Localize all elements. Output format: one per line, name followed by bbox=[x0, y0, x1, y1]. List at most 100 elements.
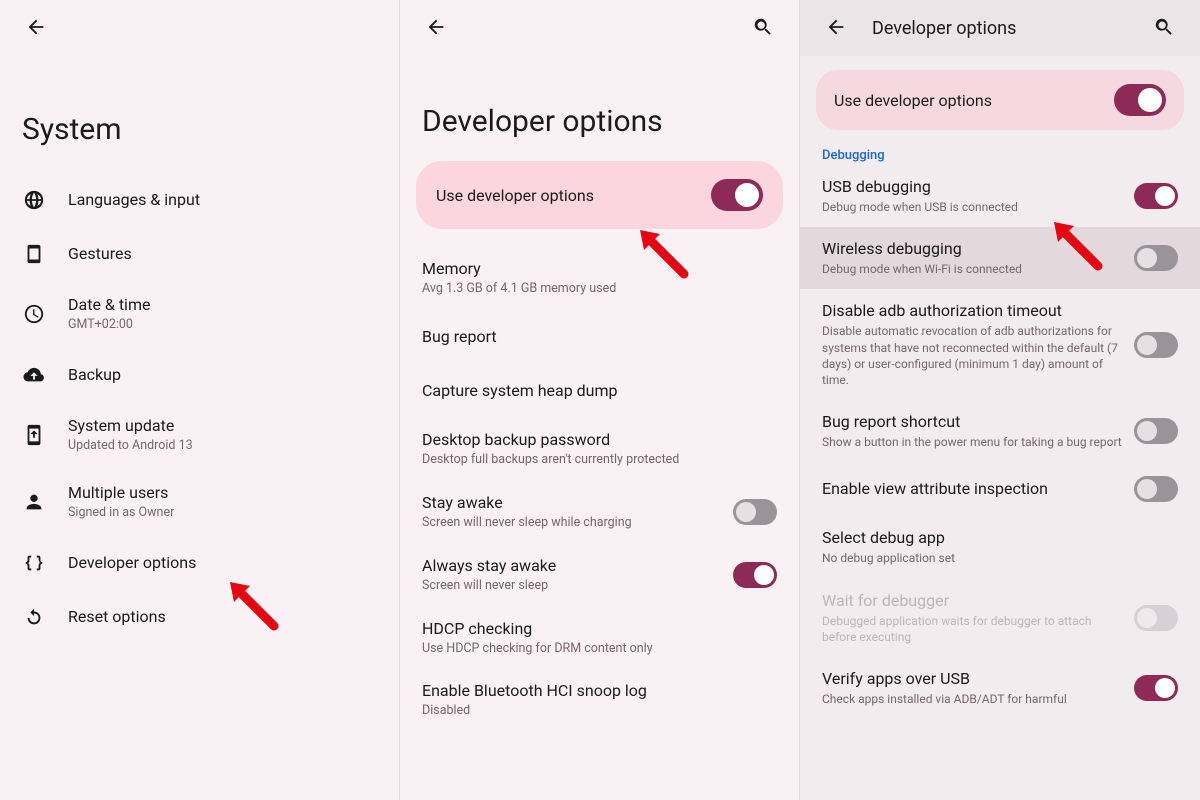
use-developer-options-banner[interactable]: Use developer options bbox=[416, 161, 783, 229]
row-reset-options[interactable]: Reset options bbox=[0, 590, 399, 644]
cloud-upload-icon bbox=[22, 363, 46, 387]
globe-icon bbox=[22, 188, 46, 212]
row-title: Gestures bbox=[68, 244, 377, 264]
setting-row[interactable]: Bug report bbox=[400, 310, 799, 364]
setting-row[interactable]: Enable view attribute inspection bbox=[800, 462, 1200, 516]
use-developer-options-toggle[interactable] bbox=[1114, 84, 1166, 116]
toggle-switch[interactable] bbox=[1134, 476, 1178, 502]
row-subtitle: Check apps installed via ADB/ADT for har… bbox=[822, 691, 1122, 707]
row-title: Backup bbox=[68, 365, 377, 385]
row-subtitle: Use HDCP checking for DRM content only bbox=[422, 641, 777, 658]
topbar-title: Developer options bbox=[856, 18, 1144, 39]
toggle-switch bbox=[1134, 605, 1178, 631]
use-developer-options-banner[interactable]: Use developer options bbox=[816, 70, 1184, 130]
setting-row[interactable]: Verify apps over USB Check apps installed… bbox=[800, 657, 1200, 719]
toggle-switch[interactable] bbox=[733, 562, 777, 588]
row-title: Date & time bbox=[68, 295, 377, 315]
row-system-update[interactable]: System update Updated to Android 13 bbox=[0, 402, 399, 469]
row-subtitle: Updated to Android 13 bbox=[68, 438, 377, 455]
row-subtitle: Disable automatic revocation of adb auth… bbox=[822, 323, 1122, 388]
row-subtitle: Screen will never sleep while charging bbox=[422, 515, 721, 532]
developer-options-screen: Developer options Use developer options … bbox=[400, 0, 800, 800]
row-subtitle: Show a button in the power menu for taki… bbox=[822, 434, 1122, 450]
row-title: Reset options bbox=[68, 607, 377, 627]
row-title: Memory bbox=[422, 259, 777, 279]
person-icon bbox=[22, 490, 46, 514]
row-multiple-users[interactable]: Multiple users Signed in as Owner bbox=[0, 469, 399, 536]
row-title: Wireless debugging bbox=[822, 239, 1122, 259]
row-title: Capture system heap dump bbox=[422, 381, 777, 401]
topbar bbox=[400, 0, 799, 56]
row-title: Stay awake bbox=[422, 493, 721, 513]
row-date-time[interactable]: Date & time GMT+02:00 bbox=[0, 281, 399, 348]
topbar: Developer options bbox=[800, 0, 1200, 56]
system-update-icon bbox=[22, 423, 46, 447]
row-subtitle: No debug application set bbox=[822, 550, 1178, 566]
row-title: Disable adb authorization timeout bbox=[822, 301, 1122, 321]
setting-row[interactable]: Desktop backup passwordDesktop full back… bbox=[400, 418, 799, 481]
back-button[interactable] bbox=[416, 8, 456, 48]
row-title: Languages & input bbox=[68, 190, 377, 210]
toggle-switch[interactable] bbox=[1134, 245, 1178, 271]
setting-row[interactable]: HDCP checking Use HDCP checking for DRM c… bbox=[400, 607, 799, 670]
clock-icon bbox=[22, 302, 46, 326]
row-subtitle: Debugged application waits for debugger … bbox=[822, 613, 1122, 645]
search-icon bbox=[752, 16, 774, 41]
developer-options-debugging-screen: Developer options Use developer options … bbox=[800, 0, 1200, 800]
setting-row: Wait for debuggerDebugged application wa… bbox=[800, 579, 1200, 657]
setting-row[interactable]: USB debugging Debug mode when USB is conn… bbox=[800, 165, 1200, 227]
back-button[interactable] bbox=[816, 8, 856, 48]
toggle-switch[interactable] bbox=[1134, 675, 1178, 701]
arrow-left-icon bbox=[825, 16, 847, 41]
system-settings-screen: System Languages & input Gestures Date &… bbox=[0, 0, 400, 800]
row-developer-options[interactable]: Developer options bbox=[0, 536, 399, 590]
toggle-switch[interactable] bbox=[1134, 183, 1178, 209]
page-title: Developer options bbox=[400, 56, 799, 161]
toggle-switch[interactable] bbox=[1134, 332, 1178, 358]
row-title: Multiple users bbox=[68, 483, 377, 503]
row-subtitle: Desktop full backups aren't currently pr… bbox=[422, 452, 777, 469]
gestures-icon bbox=[22, 242, 46, 266]
setting-row[interactable]: Always stay awakeScreen will never sleep bbox=[400, 544, 799, 607]
braces-icon bbox=[22, 551, 46, 575]
setting-row[interactable]: Capture system heap dump bbox=[400, 364, 799, 418]
search-icon bbox=[1153, 16, 1175, 41]
setting-row[interactable]: Stay awake Screen will never sleep while … bbox=[400, 481, 799, 544]
row-title: USB debugging bbox=[822, 177, 1122, 197]
row-title: Verify apps over USB bbox=[822, 669, 1122, 689]
setting-row[interactable]: Select debug app No debug application set bbox=[800, 516, 1200, 578]
row-subtitle: Debug mode when USB is connected bbox=[822, 199, 1122, 215]
setting-row[interactable]: Wireless debugging Debug mode when Wi-Fi … bbox=[800, 227, 1200, 289]
row-languages-input[interactable]: Languages & input bbox=[0, 173, 399, 227]
row-subtitle: Signed in as Owner bbox=[68, 505, 377, 522]
search-button[interactable] bbox=[1144, 8, 1184, 48]
setting-row[interactable]: Enable Bluetooth HCI snoop log Disabled bbox=[400, 669, 799, 732]
arrow-left-icon bbox=[25, 16, 47, 41]
setting-row[interactable]: Disable adb authorization timeoutDisable… bbox=[800, 289, 1200, 400]
page-title: System bbox=[0, 56, 399, 173]
search-button[interactable] bbox=[743, 8, 783, 48]
row-title: Select debug app bbox=[822, 528, 1178, 548]
setting-row[interactable]: Bug report shortcut Show a button in the … bbox=[800, 400, 1200, 462]
reset-icon bbox=[22, 605, 46, 629]
row-subtitle: Disabled bbox=[422, 703, 777, 720]
row-title: Enable Bluetooth HCI snoop log bbox=[422, 681, 777, 701]
arrow-left-icon bbox=[425, 16, 447, 41]
row-subtitle: Avg 1.3 GB of 4.1 GB memory used bbox=[422, 281, 777, 298]
row-title: Wait for debugger bbox=[822, 591, 1122, 611]
row-gestures[interactable]: Gestures bbox=[0, 227, 399, 281]
row-backup[interactable]: Backup bbox=[0, 348, 399, 402]
row-title: HDCP checking bbox=[422, 619, 777, 639]
toggle-switch[interactable] bbox=[1134, 418, 1178, 444]
row-title: Always stay awake bbox=[422, 556, 721, 576]
row-subtitle: Debug mode when Wi-Fi is connected bbox=[822, 261, 1122, 277]
row-title: Developer options bbox=[68, 553, 377, 573]
toggle-switch[interactable] bbox=[733, 499, 777, 525]
topbar bbox=[0, 0, 399, 56]
setting-row[interactable]: Memory Avg 1.3 GB of 4.1 GB memory used bbox=[400, 247, 799, 310]
back-button[interactable] bbox=[16, 8, 56, 48]
row-title: Enable view attribute inspection bbox=[822, 479, 1122, 499]
row-title: Bug report shortcut bbox=[822, 412, 1122, 432]
row-subtitle: GMT+02:00 bbox=[68, 317, 377, 334]
use-developer-options-toggle[interactable] bbox=[711, 179, 763, 211]
